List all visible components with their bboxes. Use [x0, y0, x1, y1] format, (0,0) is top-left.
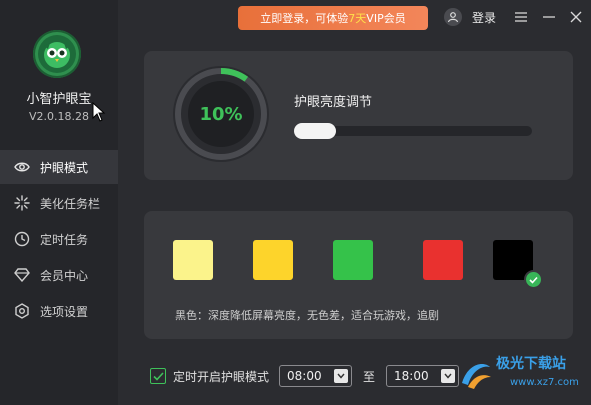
- brightness-value: 10%: [199, 103, 243, 125]
- hamburger-menu-icon: [515, 12, 527, 22]
- color-mode-card: 黑色：深度降低屏幕亮度，无色差，适合玩游戏，追剧: [144, 211, 573, 339]
- eye-icon: [13, 158, 31, 176]
- swatch-green[interactable]: [333, 240, 373, 280]
- user-icon: [444, 8, 462, 26]
- swatch-black[interactable]: [493, 240, 543, 289]
- swatch-red[interactable]: [423, 240, 463, 280]
- banner-highlight: 7天: [348, 12, 367, 25]
- sidebar: 小智护眼宝 V2.0.18.28 护眼模式 美化任务栏 定时任务 会员中心 选项…: [0, 0, 118, 405]
- nav-item-scheduled-task[interactable]: 定时任务: [0, 222, 118, 256]
- nav-item-label: 定时任务: [40, 232, 89, 247]
- end-time-select[interactable]: 18:00: [386, 365, 460, 387]
- start-time-value: 08:00: [287, 369, 322, 383]
- swatch-light-yellow[interactable]: [173, 240, 213, 280]
- end-time-value: 18:00: [394, 369, 429, 383]
- nav-item-beautify-taskbar[interactable]: 美化任务栏: [0, 186, 118, 220]
- banner-prefix: 立即登录，可体验: [260, 12, 349, 25]
- app-logo: [33, 30, 81, 78]
- watermark: 极光下载站 www.xz7.com: [458, 353, 588, 401]
- owl-logo-icon: [38, 35, 76, 73]
- timer-label: 定时开启护眼模式: [173, 369, 270, 384]
- login-button[interactable]: 登录: [444, 6, 496, 28]
- nav-item-member-center[interactable]: 会员中心: [0, 258, 118, 292]
- mode-description: 黑色：深度降低屏幕亮度，无色差，适合玩游戏，追剧: [175, 309, 439, 322]
- brightness-dial: 10%: [173, 66, 269, 162]
- timer-checkbox[interactable]: [150, 368, 166, 384]
- minimize-button[interactable]: [539, 7, 559, 27]
- start-time-select[interactable]: 08:00: [279, 365, 353, 387]
- nav-item-eye-mode[interactable]: 护眼模式: [0, 150, 118, 184]
- close-button[interactable]: [566, 7, 586, 27]
- mouse-cursor-icon: [92, 102, 106, 122]
- watermark-text: 极光下载站: [496, 356, 566, 372]
- banner-suffix: VIP会员: [366, 12, 406, 25]
- timer-row: 定时开启护眼模式 08:00 至 18:00: [150, 365, 460, 387]
- nav-item-label: 美化任务栏: [40, 196, 101, 211]
- brightness-card: 10% 护眼亮度调节: [144, 51, 573, 180]
- sparkle-icon: [13, 194, 31, 212]
- watermark-url: www.xz7.com: [510, 377, 579, 388]
- selected-check-icon: [524, 270, 543, 289]
- swatch-yellow[interactable]: [253, 240, 293, 280]
- close-icon: [570, 11, 582, 23]
- nav-item-options[interactable]: 选项设置: [0, 294, 118, 328]
- brightness-slider-thumb[interactable]: [294, 123, 336, 139]
- diamond-icon: [13, 266, 31, 284]
- brightness-slider[interactable]: [294, 123, 532, 139]
- brightness-title: 护眼亮度调节: [294, 95, 373, 110]
- login-label: 登录: [472, 10, 497, 25]
- nav-item-label: 护眼模式: [40, 160, 89, 175]
- minimize-icon: [543, 16, 555, 18]
- checkmark-icon: [152, 371, 164, 381]
- nav-item-label: 会员中心: [40, 268, 89, 283]
- menu-button[interactable]: [511, 7, 531, 27]
- chevron-down-icon: [334, 369, 349, 383]
- aurora-logo-icon: [462, 364, 491, 389]
- clock-icon: [13, 230, 31, 248]
- to-label: 至: [363, 369, 376, 384]
- nav-item-label: 选项设置: [40, 304, 89, 319]
- vip-login-banner[interactable]: 立即登录，可体验 7天 VIP会员: [238, 6, 428, 30]
- chevron-down-icon: [441, 369, 456, 383]
- gear-icon: [13, 302, 31, 320]
